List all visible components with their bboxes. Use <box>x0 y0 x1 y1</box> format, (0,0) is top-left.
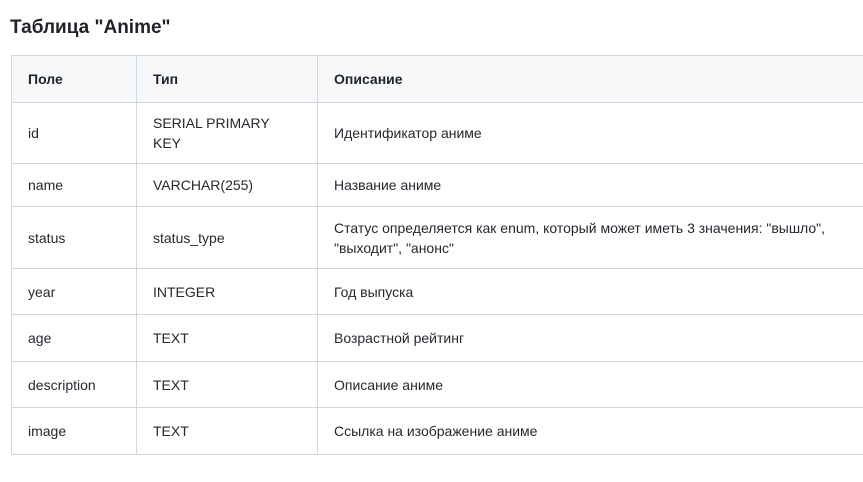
cell-description: Статус определяется как enum, который мо… <box>317 206 863 269</box>
cell-description: Ссылка на изображение аниме <box>317 407 863 455</box>
table-row: image TEXT Ссылка на изображение аниме <box>11 407 863 455</box>
cell-field: year <box>11 268 137 315</box>
table-row: age TEXT Возрастной рейтинг <box>11 314 863 362</box>
cell-description: Описание аниме <box>317 361 863 408</box>
cell-field: status <box>11 206 137 269</box>
table-row: id SERIAL PRIMARY KEY Идентификатор аним… <box>11 102 863 164</box>
cell-type: VARCHAR(255) <box>136 163 318 207</box>
cell-field: age <box>11 314 137 362</box>
table-row: description TEXT Описание аниме <box>11 361 863 408</box>
cell-type: status_type <box>136 206 318 269</box>
cell-description: Год выпуска <box>317 268 863 315</box>
cell-type: SERIAL PRIMARY KEY <box>136 102 318 164</box>
cell-type: TEXT <box>136 407 318 455</box>
cell-field: image <box>11 407 137 455</box>
cell-description: Возрастной рейтинг <box>317 314 863 362</box>
cell-type: TEXT <box>136 361 318 408</box>
table-row: name VARCHAR(255) Название аниме <box>11 163 863 207</box>
table-row: status status_type Статус определяется к… <box>11 206 863 269</box>
header-type: Тип <box>136 55 318 103</box>
table-row: year INTEGER Год выпуска <box>11 268 863 315</box>
cell-field: name <box>11 163 137 207</box>
cell-field: id <box>11 102 137 164</box>
cell-type: INTEGER <box>136 268 318 315</box>
anime-table: Поле Тип Описание id SERIAL PRIMARY KEY … <box>11 55 863 455</box>
cell-type: TEXT <box>136 314 318 362</box>
table-header-row: Поле Тип Описание <box>11 55 863 103</box>
header-field: Поле <box>11 55 137 103</box>
table-title: Таблица "Anime" <box>10 17 171 38</box>
header-description: Описание <box>317 55 863 103</box>
cell-field: description <box>11 361 137 408</box>
cell-description: Идентификатор аниме <box>317 102 863 164</box>
cell-description: Название аниме <box>317 163 863 207</box>
